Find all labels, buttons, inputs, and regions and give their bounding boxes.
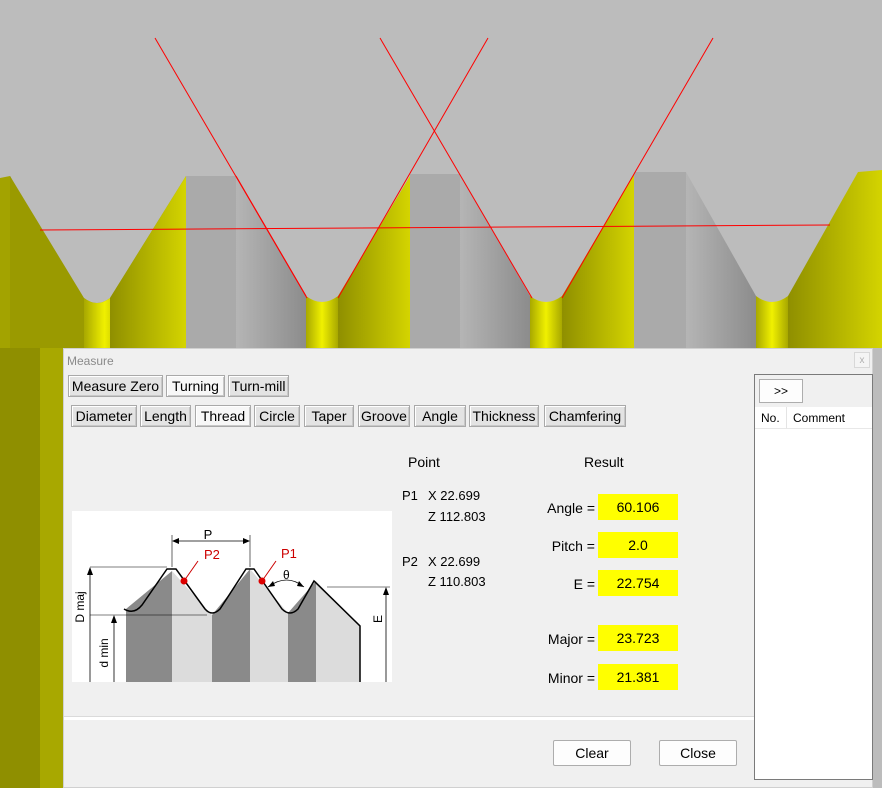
mode-turning-button[interactable]: Turning — [166, 375, 225, 397]
dialog-close-button[interactable]: x — [854, 352, 870, 368]
clear-button[interactable]: Clear — [553, 740, 631, 766]
tool-taper-button[interactable]: Taper — [304, 405, 354, 427]
minor-label: Minor = — [547, 670, 595, 686]
pitch-label: Pitch = — [551, 538, 595, 554]
dialog-divider — [64, 716, 754, 720]
major-value: 23.723 — [598, 625, 678, 651]
diagram-label-p: P — [204, 527, 213, 542]
expand-button[interactable]: >> — [759, 379, 803, 403]
column-header-no[interactable]: No. — [755, 407, 787, 429]
dialog-title: Measure — [67, 354, 114, 368]
tool-groove-button[interactable]: Groove — [358, 405, 410, 427]
measure-dialog: Measure x Measure Zero Turning Turn-mill… — [63, 348, 873, 788]
p2-z-value: Z 110.803 — [428, 574, 486, 589]
point-header: Point — [408, 454, 440, 470]
diagram-label-theta: θ — [283, 568, 290, 582]
comment-list[interactable]: No. Comment — [755, 407, 872, 779]
tool-length-button[interactable]: Length — [140, 405, 191, 427]
mode-turn-mill-button[interactable]: Turn-mill — [228, 375, 289, 397]
comment-panel: >> No. Comment — [754, 374, 873, 780]
angle-value: 60.106 — [598, 494, 678, 520]
diagram-label-p1: P1 — [281, 546, 297, 561]
thread-diagram: P P2 P1 θ D maj d min E — [72, 511, 392, 682]
angle-label: Angle = — [547, 500, 595, 516]
result-header: Result — [584, 454, 624, 470]
diagram-label-e: E — [371, 615, 385, 623]
close-button[interactable]: Close — [659, 740, 737, 766]
tool-thread-button[interactable]: Thread — [195, 405, 251, 427]
tool-diameter-button[interactable]: Diameter — [71, 405, 137, 427]
diagram-label-dmin: d min — [97, 638, 111, 667]
diagram-label-dmaj: D maj — [73, 591, 87, 622]
minor-value: 21.381 — [598, 664, 678, 690]
e-label: E = — [573, 576, 595, 592]
p1-z-value: Z 112.803 — [428, 509, 486, 524]
tool-circle-button[interactable]: Circle — [254, 405, 300, 427]
tool-thickness-button[interactable]: Thickness — [469, 405, 539, 427]
diagram-label-p2: P2 — [204, 547, 220, 562]
major-label: Major = — [547, 631, 595, 647]
p2-x-value: X 22.699 — [428, 554, 481, 569]
pitch-value: 2.0 — [598, 532, 678, 558]
e-value: 22.754 — [598, 570, 678, 596]
column-header-comment[interactable]: Comment — [787, 407, 872, 429]
p1-label: P1 — [402, 488, 418, 503]
tool-chamfering-button[interactable]: Chamfering — [544, 405, 626, 427]
p1-x-value: X 22.699 — [428, 488, 481, 503]
p2-label: P2 — [402, 554, 418, 569]
mode-measure-zero-button[interactable]: Measure Zero — [68, 375, 163, 397]
tool-angle-button[interactable]: Angle — [414, 405, 466, 427]
